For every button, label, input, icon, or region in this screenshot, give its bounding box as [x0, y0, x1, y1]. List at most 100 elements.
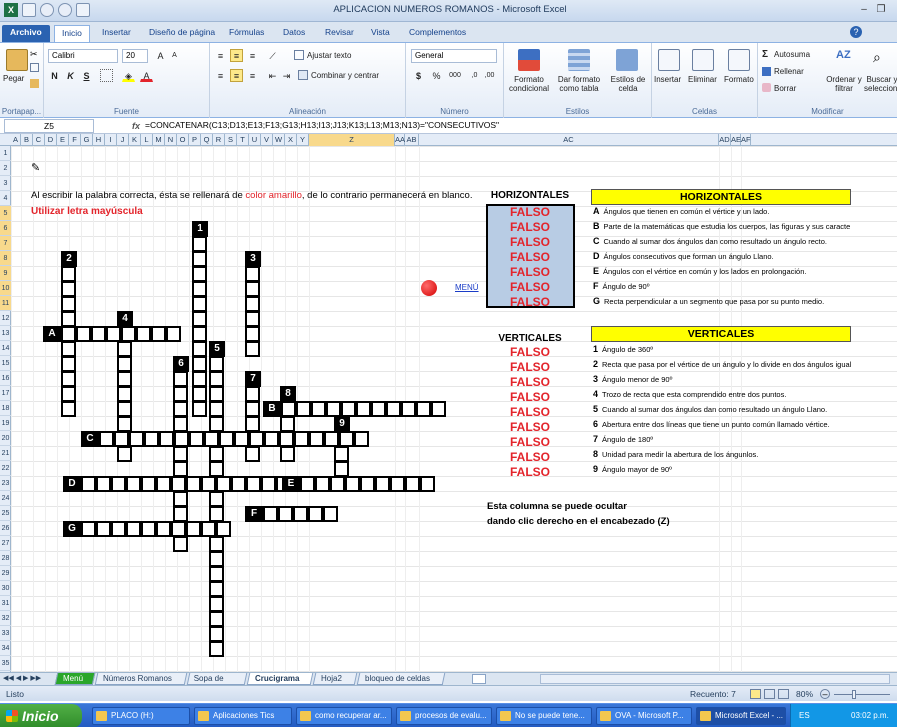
- crossword-cell[interactable]: [166, 326, 181, 342]
- crossword-cell[interactable]: [126, 521, 141, 537]
- delete-cells-icon[interactable]: [692, 49, 714, 71]
- crossword-cell[interactable]: [356, 401, 371, 417]
- menu-link[interactable]: MENÚ: [455, 283, 479, 292]
- fill-label[interactable]: Rellenar: [774, 67, 804, 76]
- crossword-cell[interactable]: [192, 341, 207, 357]
- column-header-d[interactable]: D: [45, 134, 57, 146]
- crossword-cell[interactable]: [192, 251, 207, 267]
- row-header-27[interactable]: 27: [0, 536, 11, 551]
- autosum-icon[interactable]: Σ: [762, 49, 768, 60]
- tab-archivo[interactable]: Archivo: [2, 25, 50, 42]
- sort-filter-label[interactable]: Ordenar y filtrar: [824, 75, 864, 93]
- crossword-cell[interactable]: [263, 506, 278, 522]
- crossword-cell[interactable]: [209, 416, 224, 432]
- zoom-level[interactable]: 80%: [796, 689, 813, 699]
- row-header-3[interactable]: 3: [0, 176, 11, 191]
- paste-label[interactable]: Pegar: [3, 74, 24, 83]
- page-break-view-icon[interactable]: [778, 689, 789, 699]
- crossword-cell[interactable]: [174, 431, 189, 447]
- crossword-cell[interactable]: [61, 326, 76, 342]
- crossword-cell[interactable]: [278, 506, 293, 522]
- horizontal-result-7[interactable]: FALSO: [487, 295, 573, 310]
- crossword-cell[interactable]: [61, 311, 76, 327]
- zoom-slider-thumb-icon[interactable]: [852, 690, 856, 699]
- row-header-8[interactable]: 8: [0, 251, 11, 266]
- crossword-cell[interactable]: [192, 281, 207, 297]
- wrap-text-label[interactable]: Ajustar texto: [307, 51, 351, 60]
- number-format-combo[interactable]: General: [411, 49, 497, 63]
- crossword-cell[interactable]: [326, 401, 341, 417]
- row-header-30[interactable]: 30: [0, 581, 11, 596]
- crossword-cell[interactable]: [280, 416, 295, 432]
- column-header-s[interactable]: S: [225, 134, 237, 146]
- crossword-cell[interactable]: [192, 296, 207, 312]
- column-header-q[interactable]: Q: [201, 134, 213, 146]
- insert-cells-icon[interactable]: [658, 49, 680, 71]
- row-header-29[interactable]: 29: [0, 566, 11, 581]
- crossword-cell[interactable]: [61, 281, 76, 297]
- crossword-cell[interactable]: [141, 521, 156, 537]
- find-select-icon[interactable]: ⌕: [873, 49, 895, 71]
- crossword-cell[interactable]: [354, 431, 369, 447]
- column-header-b[interactable]: B: [21, 134, 33, 146]
- crossword-cell[interactable]: [280, 446, 295, 462]
- underline-button[interactable]: S: [80, 69, 93, 82]
- crossword-cell[interactable]: [192, 371, 207, 387]
- crossword-cell[interactable]: [209, 596, 224, 612]
- crossword-cell[interactable]: [308, 506, 323, 522]
- row-header-16[interactable]: 16: [0, 371, 11, 386]
- page-layout-view-icon[interactable]: [764, 689, 775, 699]
- column-header-e[interactable]: E: [57, 134, 69, 146]
- row-header-17[interactable]: 17: [0, 386, 11, 401]
- crossword-cell[interactable]: [209, 461, 224, 477]
- align-top-icon[interactable]: ≡: [214, 49, 227, 62]
- crossword-cell[interactable]: [209, 506, 224, 522]
- crossword-cell[interactable]: [245, 386, 260, 402]
- crossword-cell[interactable]: [192, 386, 207, 402]
- excel-logo-icon[interactable]: X: [4, 3, 18, 17]
- crossword-cell[interactable]: [209, 491, 224, 507]
- crossword-cell[interactable]: [405, 476, 420, 492]
- column-header-g[interactable]: G: [81, 134, 93, 146]
- row-header-15[interactable]: 15: [0, 356, 11, 371]
- name-box[interactable]: Z5: [4, 119, 94, 133]
- column-header-i[interactable]: I: [105, 134, 117, 146]
- row-header-18[interactable]: 18: [0, 401, 11, 416]
- crossword-cell[interactable]: [192, 401, 207, 417]
- vertical-result-6[interactable]: FALSO: [487, 420, 573, 435]
- crossword-cell[interactable]: [204, 431, 219, 447]
- horizontal-result-1[interactable]: FALSO: [487, 205, 573, 220]
- crossword-cell[interactable]: [61, 386, 76, 402]
- language-indicator[interactable]: ES: [799, 711, 810, 720]
- crossword-cell[interactable]: [264, 431, 279, 447]
- crossword-cell[interactable]: [144, 431, 159, 447]
- crossword-cell[interactable]: [121, 326, 136, 342]
- crossword-cell[interactable]: [61, 401, 76, 417]
- fill-icon[interactable]: [762, 67, 771, 76]
- crossword-cell[interactable]: [173, 401, 188, 417]
- tab-inicio[interactable]: Inicio: [54, 25, 90, 42]
- vertical-result-2[interactable]: FALSO: [487, 360, 573, 375]
- align-right-icon[interactable]: ≡: [246, 69, 259, 82]
- row-header-19[interactable]: 19: [0, 416, 11, 431]
- start-button[interactable]: Inicio: [0, 704, 82, 727]
- vertical-result-3[interactable]: FALSO: [487, 375, 573, 390]
- column-header-y[interactable]: Y: [297, 134, 309, 146]
- crossword-cell[interactable]: [311, 401, 326, 417]
- column-header-ae[interactable]: AE: [731, 134, 741, 146]
- crossword-cell[interactable]: [117, 371, 132, 387]
- taskbar-item-2[interactable]: Aplicaciones Tics: [194, 707, 292, 725]
- crossword-cell[interactable]: [245, 401, 260, 417]
- crossword-cell[interactable]: [245, 281, 260, 297]
- crossword-cell[interactable]: [61, 296, 76, 312]
- align-center-icon[interactable]: ≡: [230, 69, 243, 82]
- sheet-tab-n-meros-romanos[interactable]: Números Romanos: [94, 673, 188, 685]
- crossword-cell[interactable]: [209, 566, 224, 582]
- delete-cells-label[interactable]: Eliminar: [688, 75, 717, 84]
- taskbar-item-1[interactable]: PLACO (H:): [92, 707, 190, 725]
- crossword-cell[interactable]: [209, 641, 224, 657]
- horizontal-result-4[interactable]: FALSO: [487, 250, 573, 265]
- tab-diseno-pagina[interactable]: Diseño de página: [142, 25, 222, 42]
- crossword-cell[interactable]: [171, 521, 186, 537]
- crossword-cell[interactable]: [117, 446, 132, 462]
